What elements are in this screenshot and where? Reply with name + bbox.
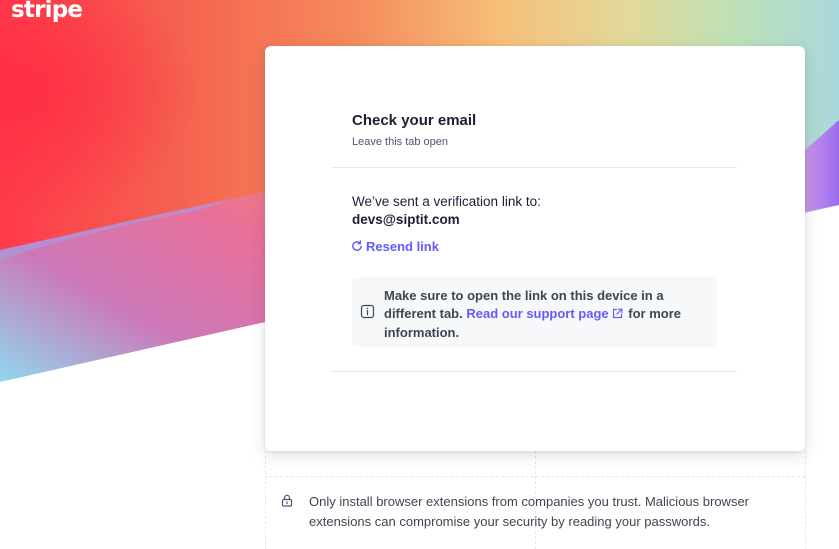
- guide-line: [805, 451, 806, 549]
- support-page-link-label: Read our support page: [466, 306, 609, 321]
- notice-box: Make sure to open the link on this devic…: [352, 277, 717, 347]
- divider: [332, 167, 737, 168]
- lock-icon: [281, 494, 293, 512]
- security-tip: Only install browser extensions from com…: [309, 494, 750, 529]
- stripe-logo: stripe: [11, 0, 83, 23]
- verification-card: Check your email Leave this tab open We’…: [265, 46, 805, 451]
- card-subtitle: Leave this tab open: [352, 136, 449, 148]
- sent-label: We’ve sent a verification link to:: [352, 194, 541, 209]
- external-link-icon: [612, 306, 623, 324]
- notice-text: Make sure to open the link on this devic…: [384, 287, 702, 342]
- guide-line: [265, 476, 805, 477]
- refresh-icon: [351, 240, 363, 252]
- divider: [332, 371, 737, 372]
- card-title: Check your email: [352, 112, 477, 129]
- resend-link-button[interactable]: Resend link: [351, 236, 439, 256]
- info-icon: [360, 304, 375, 324]
- email-address: devs@siptit.com: [352, 212, 460, 227]
- support-page-link[interactable]: Read our support page: [466, 306, 624, 321]
- resend-link-label: Resend link: [366, 238, 439, 254]
- guide-line: [265, 451, 266, 549]
